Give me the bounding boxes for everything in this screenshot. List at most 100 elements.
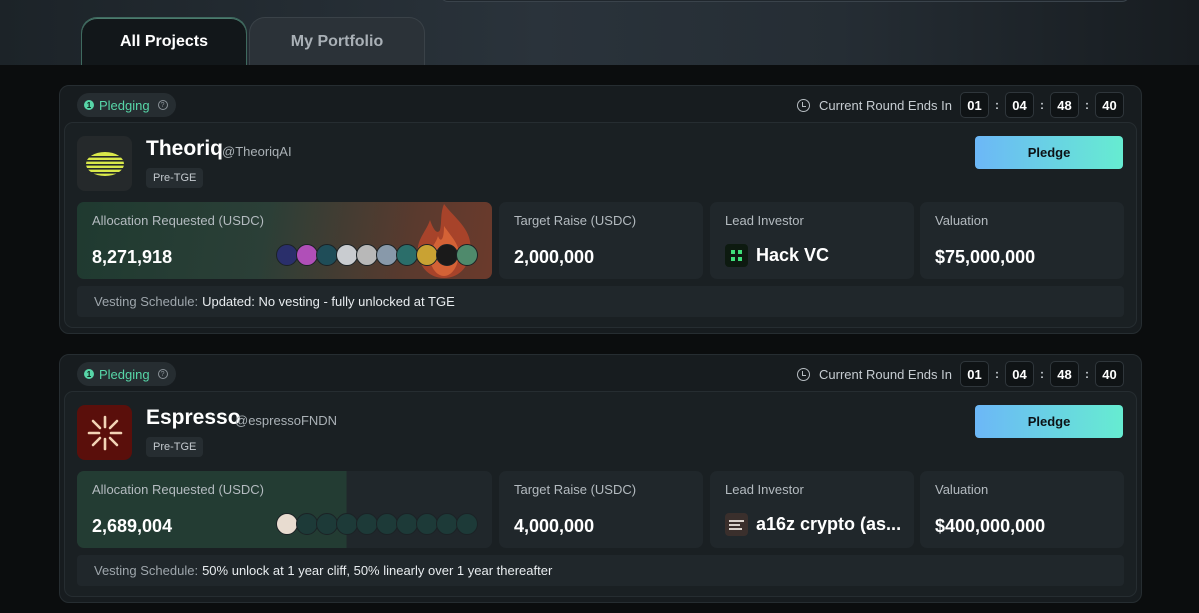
project-details: Espresso @espressoFNDN Pre-TGE Pledge Al… <box>64 391 1137 597</box>
avatar <box>416 244 438 266</box>
countdown-minutes: 48 <box>1050 92 1079 118</box>
valuation-label: Valuation <box>935 213 989 228</box>
vesting-schedule: Vesting Schedule: Updated: No vesting - … <box>77 286 1124 317</box>
vesting-schedule: Vesting Schedule: 50% unlock at 1 year c… <box>77 555 1124 586</box>
help-icon[interactable]: ? <box>157 369 168 379</box>
project-details: Theoriq @TheoriqAI Pre-TGE Pledge Alloca… <box>64 122 1137 328</box>
valuation-value: $75,000,000 <box>935 247 1036 267</box>
vesting-label: Vesting Schedule: <box>94 563 199 578</box>
pledger-avatars[interactable] <box>276 513 478 535</box>
countdown-hours: 04 <box>1005 92 1034 118</box>
project-name[interactable]: Espresso <box>146 406 241 430</box>
round-label: Current Round Ends In <box>819 366 952 382</box>
flame-icon <box>417 204 471 278</box>
avatar <box>436 244 458 266</box>
help-icon[interactable]: ? <box>157 100 168 110</box>
a16z-logo-icon <box>725 513 748 536</box>
avatar <box>276 244 298 266</box>
status-label: Pledging <box>99 366 150 382</box>
tab-my-portfolio[interactable]: My Portfolio <box>249 17 425 65</box>
countdown-days: 01 <box>960 92 989 118</box>
vesting-label: Vesting Schedule: <box>94 294 199 309</box>
target-raise-value: 4,000,000 <box>514 516 595 536</box>
top-search-bar-edge[interactable] <box>440 0 1130 2</box>
status-label: Pledging <box>99 97 150 113</box>
avatar <box>276 513 298 535</box>
target-raise-panel: Target Raise (USDC) 4,000,000 <box>499 471 703 548</box>
vesting-text: 50% unlock at 1 year cliff, 50% linearly… <box>202 563 553 578</box>
tab-all-projects[interactable]: All Projects <box>81 17 247 65</box>
status-step-icon: 1 <box>84 100 94 110</box>
status-step-icon: 1 <box>84 369 94 379</box>
valuation-label: Valuation <box>935 482 989 497</box>
project-handle[interactable]: @TheoriqAI <box>222 144 292 159</box>
avatar <box>336 244 358 266</box>
pledger-avatars[interactable] <box>276 244 478 266</box>
avatar <box>296 513 318 535</box>
project-name[interactable]: Theoriq <box>146 137 223 161</box>
avatar <box>376 513 398 535</box>
countdown-minutes: 48 <box>1050 361 1079 387</box>
countdown-separator: : <box>995 98 999 112</box>
avatar <box>316 244 338 266</box>
status-badge: 1 Pledging ? <box>77 362 176 386</box>
avatar <box>456 513 478 535</box>
alarm-clock-icon <box>797 367 811 381</box>
vesting-text: Updated: No vesting - fully unlocked at … <box>202 294 455 309</box>
allocation-value: 8,271,918 <box>92 247 173 267</box>
stage-tag: Pre-TGE <box>146 168 204 188</box>
status-badge: 1 Pledging ? <box>77 93 176 117</box>
pledge-button[interactable]: Pledge <box>975 136 1123 169</box>
stage-tag: Pre-TGE <box>146 437 204 457</box>
countdown-seconds: 40 <box>1095 361 1124 387</box>
countdown-separator: : <box>1040 98 1044 112</box>
avatar <box>356 244 378 266</box>
target-raise-value: 2,000,000 <box>514 247 595 267</box>
lead-investor-name[interactable]: a16z crypto (as... <box>756 514 901 535</box>
valuation-panel: Valuation $75,000,000 <box>920 202 1124 279</box>
round-countdown: Current Round Ends In 01 : 04 : 48 : 40 <box>797 91 1124 119</box>
countdown-seconds: 40 <box>1095 92 1124 118</box>
countdown-days: 01 <box>960 361 989 387</box>
countdown-separator: : <box>1085 367 1089 381</box>
allocation-panel: Allocation Requested (USDC) 2,689,004 <box>77 471 492 548</box>
lead-investor-name[interactable]: Hack VC <box>756 245 829 266</box>
round-countdown: Current Round Ends In 01 : 04 : 48 : 40 <box>797 360 1124 388</box>
lead-investor-panel: Lead Investor a16z crypto (as... <box>710 471 914 548</box>
target-raise-label: Target Raise (USDC) <box>514 482 637 497</box>
avatar <box>336 513 358 535</box>
project-card-theoriq: 1 Pledging ? Current Round Ends In 01 : … <box>59 85 1142 334</box>
lead-investor-label: Lead Investor <box>725 213 804 228</box>
avatar <box>396 513 418 535</box>
avatar <box>416 513 438 535</box>
avatar <box>436 513 458 535</box>
project-card-espresso: 1 Pledging ? Current Round Ends In 01 : … <box>59 354 1142 603</box>
avatar <box>456 244 478 266</box>
espresso-logo-icon <box>77 405 132 460</box>
countdown-hours: 04 <box>1005 361 1034 387</box>
project-handle[interactable]: @espressoFNDN <box>235 413 337 428</box>
allocation-value: 2,689,004 <box>92 516 173 536</box>
top-header: All Projects My Portfolio <box>0 0 1199 65</box>
allocation-panel: Allocation Requested (USDC) 8,271,918 <box>77 202 492 279</box>
avatar <box>296 244 318 266</box>
countdown-separator: : <box>995 367 999 381</box>
valuation-value: $400,000,000 <box>935 516 1046 536</box>
countdown-separator: : <box>1040 367 1044 381</box>
valuation-panel: Valuation $400,000,000 <box>920 471 1124 548</box>
avatar <box>316 513 338 535</box>
theoriq-logo-icon <box>77 136 132 191</box>
target-raise-panel: Target Raise (USDC) 2,000,000 <box>499 202 703 279</box>
target-raise-label: Target Raise (USDC) <box>514 213 637 228</box>
hack-vc-logo-icon <box>725 244 748 267</box>
round-label: Current Round Ends In <box>819 97 952 113</box>
avatar <box>356 513 378 535</box>
lead-investor-label: Lead Investor <box>725 482 804 497</box>
allocation-label: Allocation Requested (USDC) <box>92 482 264 497</box>
alarm-clock-icon <box>797 98 811 112</box>
pledge-button[interactable]: Pledge <box>975 405 1123 438</box>
countdown-separator: : <box>1085 98 1089 112</box>
lead-investor-panel: Lead Investor Hack VC <box>710 202 914 279</box>
avatar <box>376 244 398 266</box>
avatar <box>396 244 418 266</box>
